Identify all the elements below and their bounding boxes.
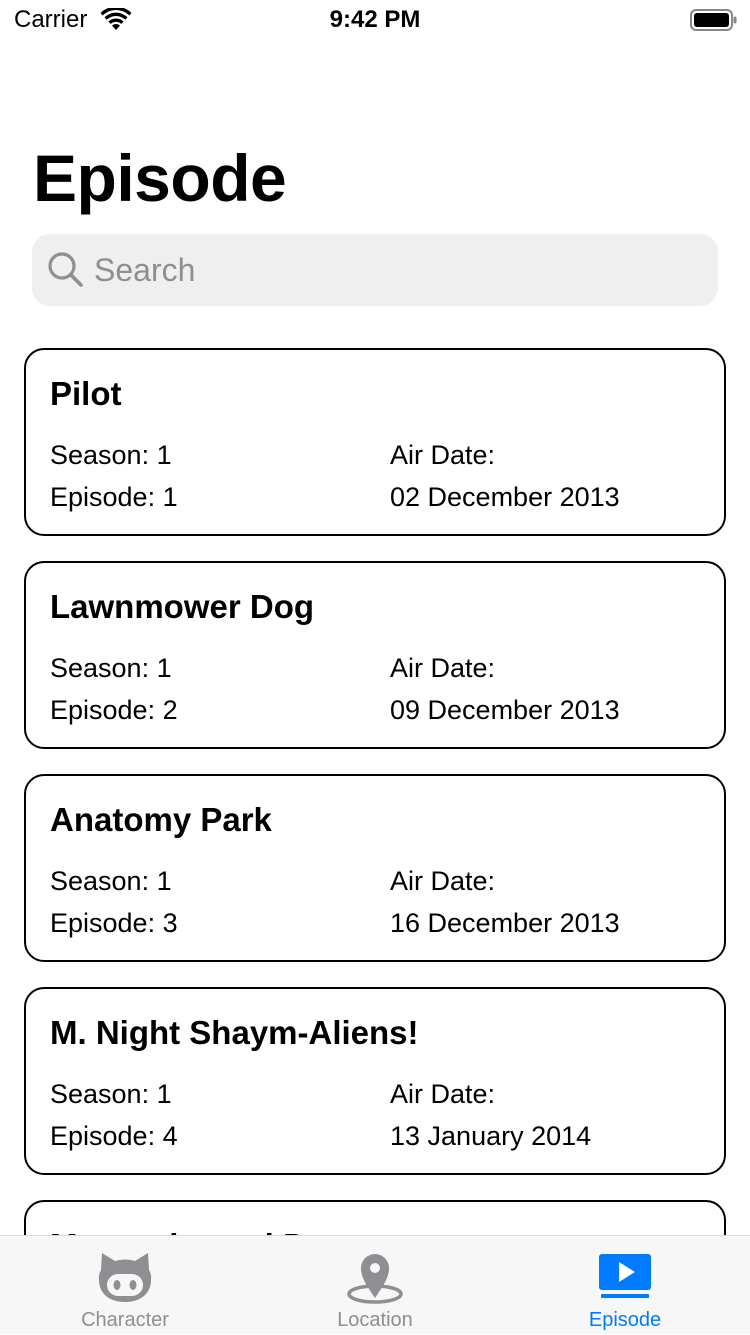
episode-list[interactable]: Pilot Season: 1 Episode: 1 Air Date: 02 … [0, 330, 750, 1235]
clock-time: 9:42 PM [329, 6, 421, 33]
github-octocat-icon [98, 1253, 152, 1302]
search-icon [48, 252, 83, 287]
episode-number: Episode: 4 [50, 1121, 178, 1151]
tab-character[interactable]: Character [0, 1236, 250, 1335]
page-title: Episode [33, 141, 287, 215]
air-date-label: Air Date: [390, 653, 496, 683]
search-input[interactable] [94, 234, 694, 306]
episode-season: Season: 1 [50, 440, 172, 470]
episode-title: M. Night Shaym-Aliens! [50, 1014, 419, 1051]
status-bar: Carrier 9:42 PM [0, 0, 750, 40]
air-date-value: 13 January 2014 [390, 1121, 592, 1151]
episode-card[interactable]: Pilot Season: 1 Episode: 1 Air Date: 02 … [24, 348, 726, 536]
episode-number: Episode: 2 [50, 695, 178, 725]
tab-label: Episode [588, 1309, 662, 1331]
episode-card[interactable]: Anatomy Park Season: 1 Episode: 3 Air Da… [24, 774, 726, 962]
episode-number: Episode: 3 [50, 908, 178, 938]
tab-label: Location [337, 1309, 413, 1331]
play-screen-icon [599, 1254, 651, 1298]
tab-location[interactable]: Location [250, 1236, 500, 1335]
episode-season: Season: 1 [50, 1079, 172, 1109]
tab-episode[interactable]: Episode [500, 1236, 750, 1335]
episode-title: Anatomy Park [50, 801, 272, 838]
map-pin-icon [347, 1254, 403, 1304]
air-date-value: 02 December 2013 [390, 482, 620, 512]
air-date-label: Air Date: [390, 866, 496, 896]
episode-card[interactable]: M. Night Shaym-Aliens! Season: 1 Episode… [24, 987, 726, 1175]
tab-label: Character [81, 1309, 169, 1331]
tab-bar: Character Location Episode [0, 1235, 750, 1334]
battery-icon [690, 9, 737, 31]
air-date-label: Air Date: [390, 1079, 496, 1109]
air-date-value: 16 December 2013 [390, 908, 620, 938]
episode-season: Season: 1 [50, 866, 172, 896]
episode-season: Season: 1 [50, 653, 172, 683]
episode-number: Episode: 1 [50, 482, 178, 512]
episode-title: Pilot [50, 375, 122, 412]
air-date-label: Air Date: [390, 440, 496, 470]
episode-card[interactable]: Meeseeks and Destroy [24, 1200, 726, 1235]
episode-title: Lawnmower Dog [50, 588, 315, 625]
episode-card[interactable]: Lawnmower Dog Season: 1 Episode: 2 Air D… [24, 561, 726, 749]
air-date-value: 09 December 2013 [390, 695, 620, 725]
episode-title: Meeseeks and Destroy [50, 1226, 406, 1235]
search-bar[interactable] [32, 234, 718, 306]
